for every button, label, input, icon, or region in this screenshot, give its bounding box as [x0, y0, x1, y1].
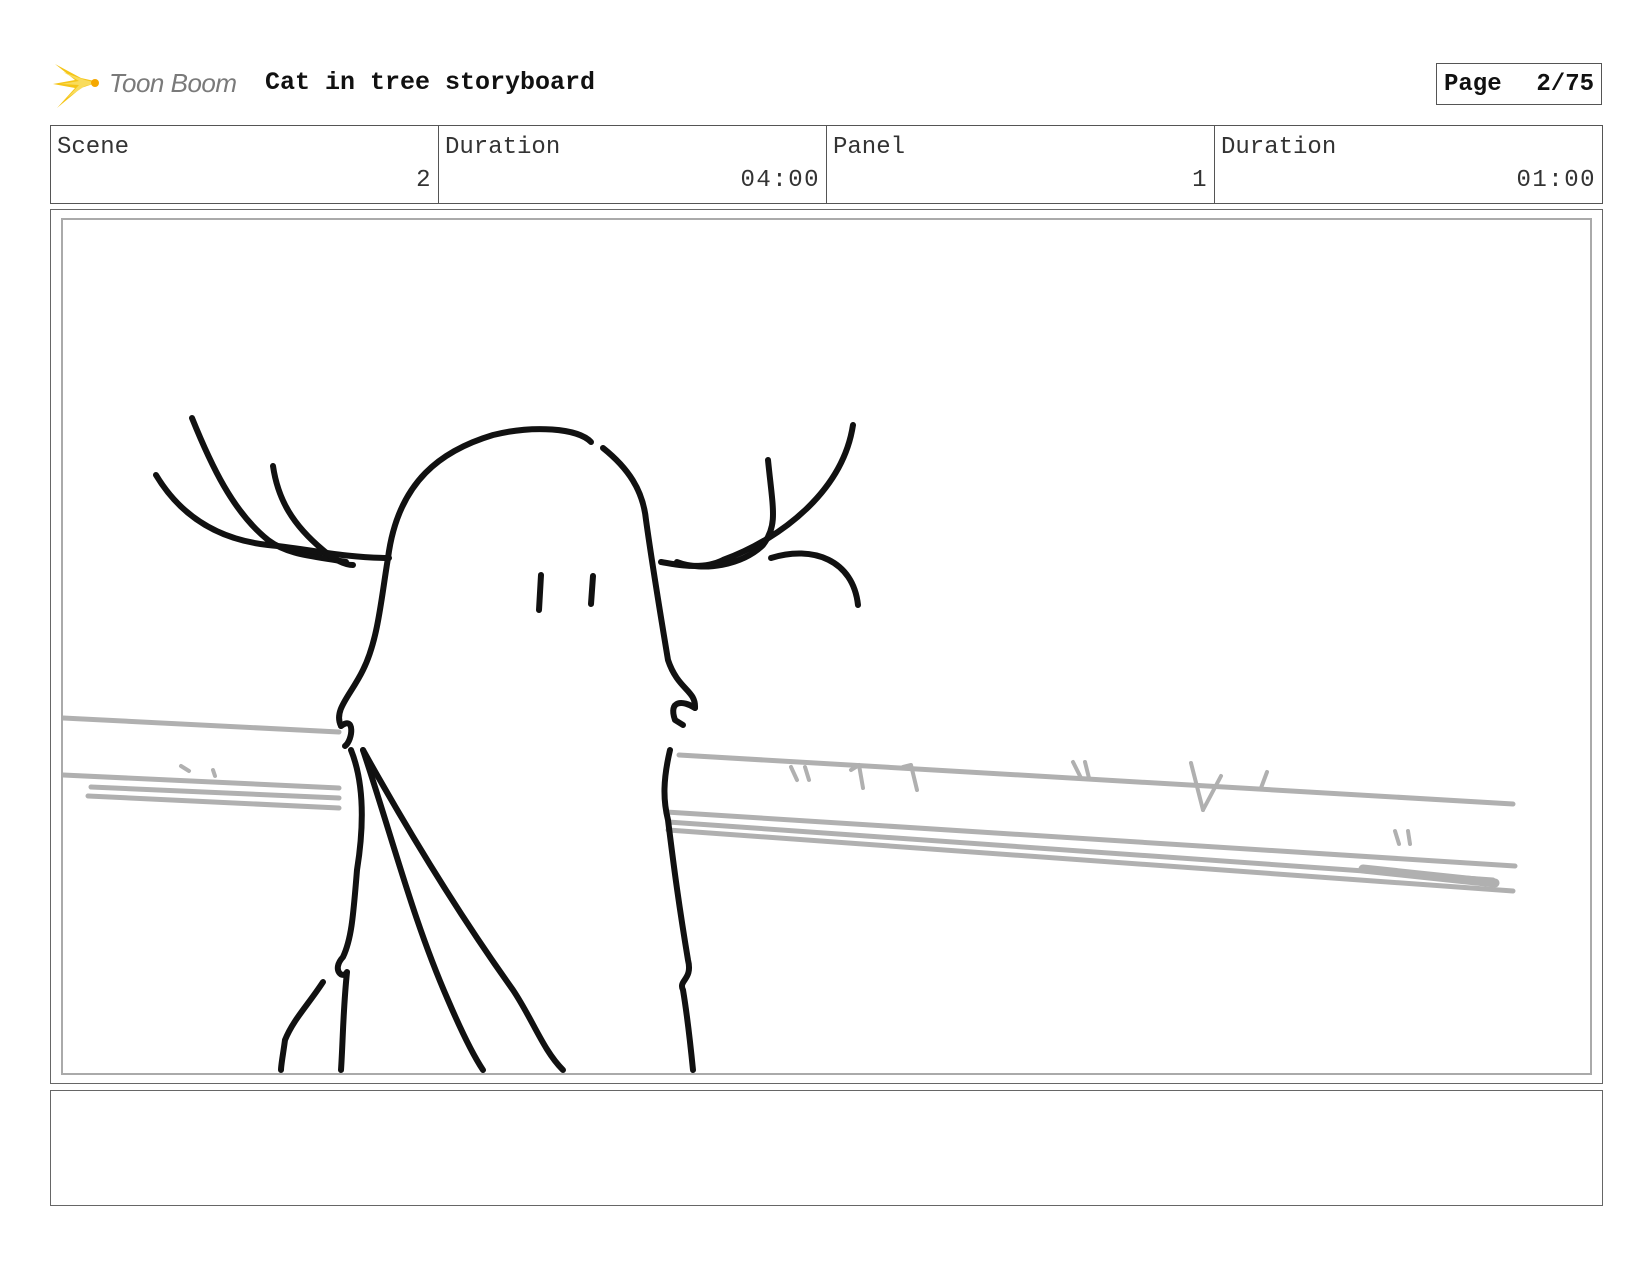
- panel-duration-label: Duration: [1221, 134, 1337, 161]
- panel-notes-box: [50, 1090, 1603, 1206]
- scene-duration-cell: Duration 04:00: [439, 126, 827, 203]
- panel-cell: Panel 1: [827, 126, 1215, 203]
- panel-info-row: Scene 2 Duration 04:00 Panel 1 Duration …: [50, 125, 1603, 204]
- panel-duration-cell: Duration 01:00: [1215, 126, 1602, 203]
- scene-duration-value: 04:00: [740, 167, 820, 194]
- background-rail-lines: [63, 715, 1518, 894]
- scene-duration-label: Duration: [445, 134, 561, 161]
- storyboard-title: Cat in tree storyboard: [265, 68, 596, 97]
- toon-boom-star-burst-icon: [53, 64, 99, 108]
- logo-text: Toon Boom: [109, 68, 237, 98]
- panel-number: 1: [1192, 167, 1208, 194]
- page-indicator: Page 2/75: [1436, 63, 1602, 105]
- scene-label: Scene: [57, 134, 130, 161]
- storyboard-sketch: [63, 415, 1518, 1073]
- panel-image-frame: [50, 209, 1603, 1084]
- scene-number: 2: [416, 167, 432, 194]
- page-label: Page: [1444, 70, 1502, 98]
- panel-drawing-area: [61, 218, 1592, 1075]
- panel-duration-value: 01:00: [1516, 167, 1596, 194]
- toon-boom-logo: Toon Boom: [53, 58, 253, 112]
- cat-figure: [153, 415, 861, 1073]
- page-number: 2/75: [1536, 70, 1594, 98]
- panel-label: Panel: [833, 134, 906, 161]
- scene-cell: Scene 2: [51, 126, 439, 203]
